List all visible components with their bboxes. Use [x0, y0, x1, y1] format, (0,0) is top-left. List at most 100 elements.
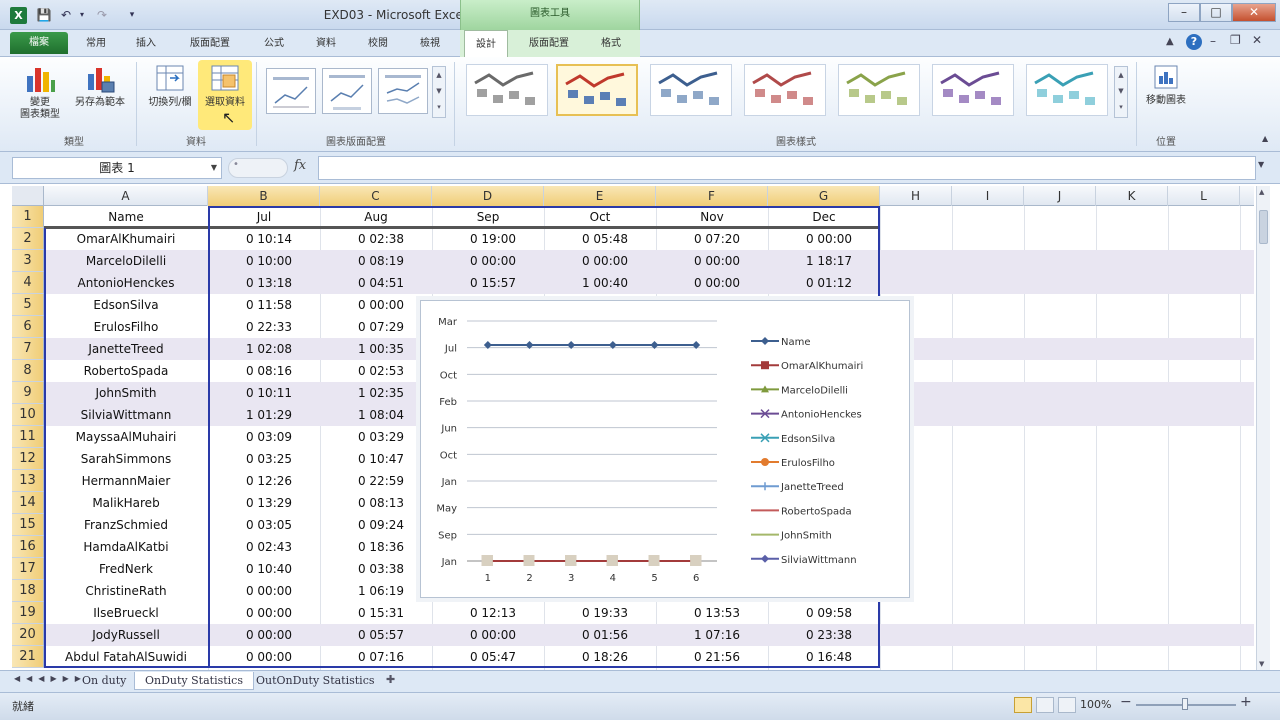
- change-chart-type-button[interactable]: 變更 圖表類型: [14, 62, 66, 121]
- row-header-15[interactable]: 15: [12, 514, 44, 536]
- formula-input[interactable]: [318, 156, 1256, 180]
- row-header-21[interactable]: 21: [12, 646, 44, 668]
- maximize-button[interactable]: □: [1200, 3, 1232, 22]
- column-header-h[interactable]: H: [880, 186, 952, 206]
- minimize-ribbon-icon[interactable]: ▲: [1166, 36, 1174, 47]
- row-header-9[interactable]: 9: [12, 382, 44, 404]
- page-break-view-icon[interactable]: [1058, 697, 1076, 713]
- tab-page-layout[interactable]: 版面配置: [180, 30, 240, 57]
- row-header-11[interactable]: 11: [12, 426, 44, 448]
- row-header-19[interactable]: 19: [12, 602, 44, 624]
- styles-up-icon[interactable]: ▲: [1115, 67, 1127, 83]
- column-header-j[interactable]: J: [1024, 186, 1096, 206]
- chart-style-1[interactable]: [466, 64, 548, 116]
- chart-layout-2[interactable]: [322, 68, 372, 114]
- column-header-l[interactable]: L: [1168, 186, 1240, 206]
- row-header-12[interactable]: 12: [12, 448, 44, 470]
- styles-gallery-scroll[interactable]: ▲ ▼ ▾: [1114, 66, 1128, 118]
- chart-layout-3[interactable]: [378, 68, 428, 114]
- chart-canvas[interactable]: Mar Jul Oct Feb Jun Oct Jan May Sep Jan 1 2 3 4 5 6 Name…: [421, 301, 909, 597]
- sheet-tab-onduty-statistics[interactable]: OnDuty Statistics: [134, 672, 254, 690]
- expand-formula-bar-icon[interactable]: ▼: [1258, 160, 1264, 169]
- switch-row-column-button[interactable]: 切換列/欄: [142, 62, 198, 109]
- tab-file[interactable]: 檔案: [10, 32, 68, 54]
- styles-more-icon[interactable]: ▾: [1115, 99, 1127, 115]
- gallery-up-icon[interactable]: ▲: [433, 67, 445, 83]
- insert-function-icon[interactable]: fx: [294, 158, 306, 173]
- row-header-5[interactable]: 5: [12, 294, 44, 316]
- row-header-10[interactable]: 10: [12, 404, 44, 426]
- scroll-down-icon[interactable]: ▼: [1259, 660, 1264, 668]
- tab-formulas[interactable]: 公式: [256, 30, 292, 57]
- row-header-4[interactable]: 4: [12, 272, 44, 294]
- workbook-restore-icon[interactable]: ❐: [1230, 33, 1241, 47]
- zoom-level[interactable]: 100%: [1080, 698, 1111, 711]
- name-box[interactable]: 圖表 1 ▼: [12, 157, 222, 179]
- collapse-ribbon-icon[interactable]: ▲: [1262, 134, 1268, 143]
- help-icon[interactable]: ?: [1186, 34, 1202, 50]
- row-header-2[interactable]: 2: [12, 228, 44, 250]
- column-header-a[interactable]: A: [44, 186, 208, 206]
- gallery-more-icon[interactable]: ▾: [433, 99, 445, 115]
- column-header-d[interactable]: D: [432, 186, 544, 206]
- column-header-e[interactable]: E: [544, 186, 656, 206]
- column-header-i[interactable]: I: [952, 186, 1024, 206]
- zoom-in-icon[interactable]: +: [1240, 694, 1252, 710]
- styles-down-icon[interactable]: ▼: [1115, 83, 1127, 99]
- column-header-c[interactable]: C: [320, 186, 432, 206]
- row-header-13[interactable]: 13: [12, 470, 44, 492]
- embedded-chart[interactable]: Mar Jul Oct Feb Jun Oct Jan May Sep Jan 1 2 3 4 5 6 Name…: [420, 300, 910, 598]
- tab-data[interactable]: 資料: [308, 30, 344, 57]
- header-cell[interactable]: Name: [44, 206, 208, 228]
- workbook-minimize-icon[interactable]: –: [1210, 34, 1216, 48]
- sheet-tab-on-duty[interactable]: On duty: [72, 672, 136, 690]
- zoom-out-icon[interactable]: −: [1120, 694, 1132, 710]
- gallery-down-icon[interactable]: ▼: [433, 83, 445, 99]
- row-header-6[interactable]: 6: [12, 316, 44, 338]
- row-header-17[interactable]: 17: [12, 558, 44, 580]
- row-header-8[interactable]: 8: [12, 360, 44, 382]
- select-all-corner[interactable]: [12, 186, 44, 206]
- row-header-20[interactable]: 20: [12, 624, 44, 646]
- column-header-f[interactable]: F: [656, 186, 768, 206]
- zoom-slider-thumb[interactable]: [1182, 698, 1188, 710]
- formula-cancel-icon[interactable]: •: [233, 159, 239, 170]
- column-header-k[interactable]: K: [1096, 186, 1168, 206]
- tab-insert[interactable]: 插入: [130, 30, 162, 57]
- chart-style-6[interactable]: [932, 64, 1014, 116]
- chart-style-3[interactable]: [650, 64, 732, 116]
- chart-style-5[interactable]: [838, 64, 920, 116]
- scroll-up-icon[interactable]: ▲: [1259, 188, 1264, 196]
- tab-chart-format[interactable]: 格式: [590, 30, 632, 57]
- tab-chart-design[interactable]: 設計: [464, 30, 508, 58]
- tab-review[interactable]: 校閱: [360, 30, 396, 57]
- chart-layout-1[interactable]: [266, 68, 316, 114]
- tab-view[interactable]: 檢視: [412, 30, 448, 57]
- sheet-tab-outonduty-statistics[interactable]: OutOnDuty Statistics: [246, 672, 385, 690]
- row-header-1[interactable]: 1: [12, 206, 44, 228]
- close-button[interactable]: ✕: [1232, 3, 1276, 22]
- vertical-scrollbar[interactable]: ▲ ▼: [1256, 186, 1270, 670]
- column-header-b[interactable]: B: [208, 186, 320, 206]
- row-header-14[interactable]: 14: [12, 492, 44, 514]
- row-header-18[interactable]: 18: [12, 580, 44, 602]
- tab-home[interactable]: 常用: [80, 30, 112, 57]
- save-as-template-button[interactable]: 另存為範本: [68, 62, 132, 109]
- name-box-dropdown-icon[interactable]: ▼: [211, 158, 217, 178]
- row-header-16[interactable]: 16: [12, 536, 44, 558]
- tab-chart-layout[interactable]: 版面配置: [516, 30, 582, 57]
- layouts-gallery-scroll[interactable]: ▲ ▼ ▾: [432, 66, 446, 118]
- page-layout-view-icon[interactable]: [1036, 697, 1054, 713]
- row-header-3[interactable]: 3: [12, 250, 44, 272]
- chart-style-2[interactable]: [556, 64, 638, 116]
- row-header-7[interactable]: 7: [12, 338, 44, 360]
- move-chart-button[interactable]: 移動圖表: [1140, 62, 1192, 107]
- workbook-close-icon[interactable]: ✕: [1252, 33, 1262, 47]
- vertical-scroll-thumb[interactable]: [1259, 210, 1268, 244]
- normal-view-icon[interactable]: [1014, 697, 1032, 713]
- chart-style-7[interactable]: [1026, 64, 1108, 116]
- chart-style-4[interactable]: [744, 64, 826, 116]
- column-header-g[interactable]: G: [768, 186, 880, 206]
- minimize-button[interactable]: –: [1168, 3, 1200, 22]
- insert-sheet-icon[interactable]: ✚: [386, 673, 395, 686]
